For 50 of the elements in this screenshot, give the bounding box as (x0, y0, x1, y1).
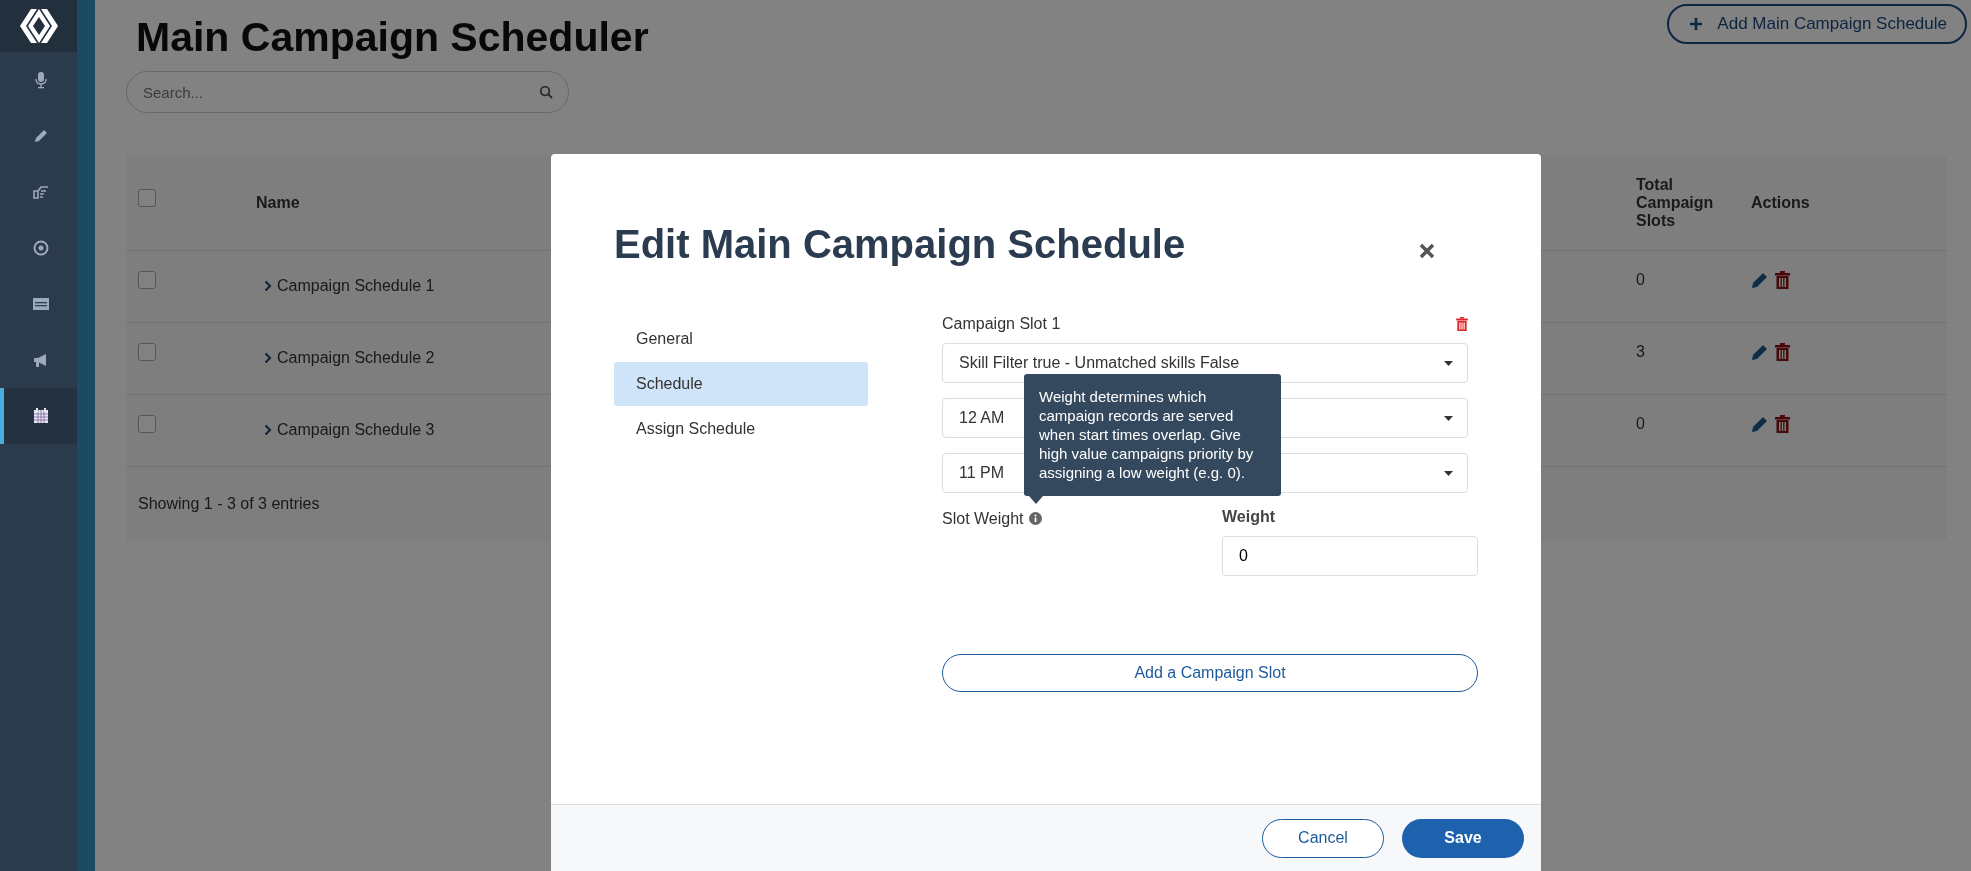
info-icon[interactable] (1028, 512, 1042, 525)
add-slot-button[interactable]: Add a Campaign Slot (942, 654, 1478, 692)
nav-tab[interactable]: General (614, 317, 868, 361)
caret-icon (1444, 470, 1453, 476)
calendar-icon (31, 407, 50, 425)
modal-title: Edit Main Campaign Schedule (614, 222, 1186, 267)
pencil-icon[interactable] (1751, 415, 1769, 433)
table-cell: Campaign Schedule 3 (277, 421, 435, 439)
table-cell-text: 0 (1636, 415, 1646, 433)
caret-icon (1444, 360, 1453, 366)
chevron-right-icon[interactable] (264, 424, 272, 436)
trash-icon[interactable] (1775, 271, 1790, 289)
add-schedule-button[interactable]: Add Main Campaign Schedule (1667, 4, 1967, 44)
field-label: Slot Weight (942, 510, 1024, 528)
page-title: Main Campaign Scheduler (136, 14, 649, 61)
plus-icon (1689, 17, 1704, 31)
nav-tab[interactable]: Assign Schedule (614, 407, 868, 451)
column-header: Actions (1751, 193, 1810, 212)
nav-tab[interactable]: Schedule (614, 362, 868, 406)
cancel-button[interactable]: Cancel (1262, 818, 1384, 858)
slot-title: Campaign Slot 1 (942, 315, 1061, 333)
field-label: Weight (1222, 508, 1277, 526)
checkbox[interactable] (138, 189, 156, 207)
table-cell-text: 0 (1636, 271, 1646, 289)
table-cell-text: 3 (1636, 343, 1646, 361)
trash-icon[interactable] (1456, 317, 1468, 331)
tooltip: Weight determines which campaign records are served when start times overlap. Give high value campaigns priority by assigning a low weight (e.g. 0). (1024, 374, 1281, 496)
search-field[interactable]: Search... (126, 71, 569, 113)
pencil-icon[interactable] (1751, 343, 1769, 361)
chevron-right-icon[interactable] (264, 280, 272, 292)
close-icon[interactable] (1419, 242, 1435, 259)
card-icon (31, 295, 50, 313)
search-icon (539, 85, 553, 99)
target-icon (31, 239, 50, 257)
caret-icon (1444, 415, 1453, 421)
checkbox[interactable] (138, 343, 156, 361)
save-button[interactable]: Save (1402, 818, 1524, 858)
sidebar-item[interactable] (0, 388, 77, 444)
checkbox[interactable] (138, 271, 156, 289)
trash-icon[interactable] (1775, 343, 1790, 361)
table-cell: Campaign Schedule 1 (277, 277, 435, 295)
table-cell: Campaign Schedule 2 (277, 349, 435, 367)
tooltip-arrow (1029, 496, 1043, 504)
chevron-right-icon[interactable] (264, 352, 272, 364)
column-header: Name (255, 193, 301, 212)
checkbox[interactable] (138, 415, 156, 433)
trash-icon[interactable] (1775, 415, 1790, 433)
weight-input[interactable]: 0 (1222, 536, 1478, 576)
column-header: Total Campaign Slots (1636, 175, 1715, 230)
pencil-icon[interactable] (1751, 271, 1769, 289)
